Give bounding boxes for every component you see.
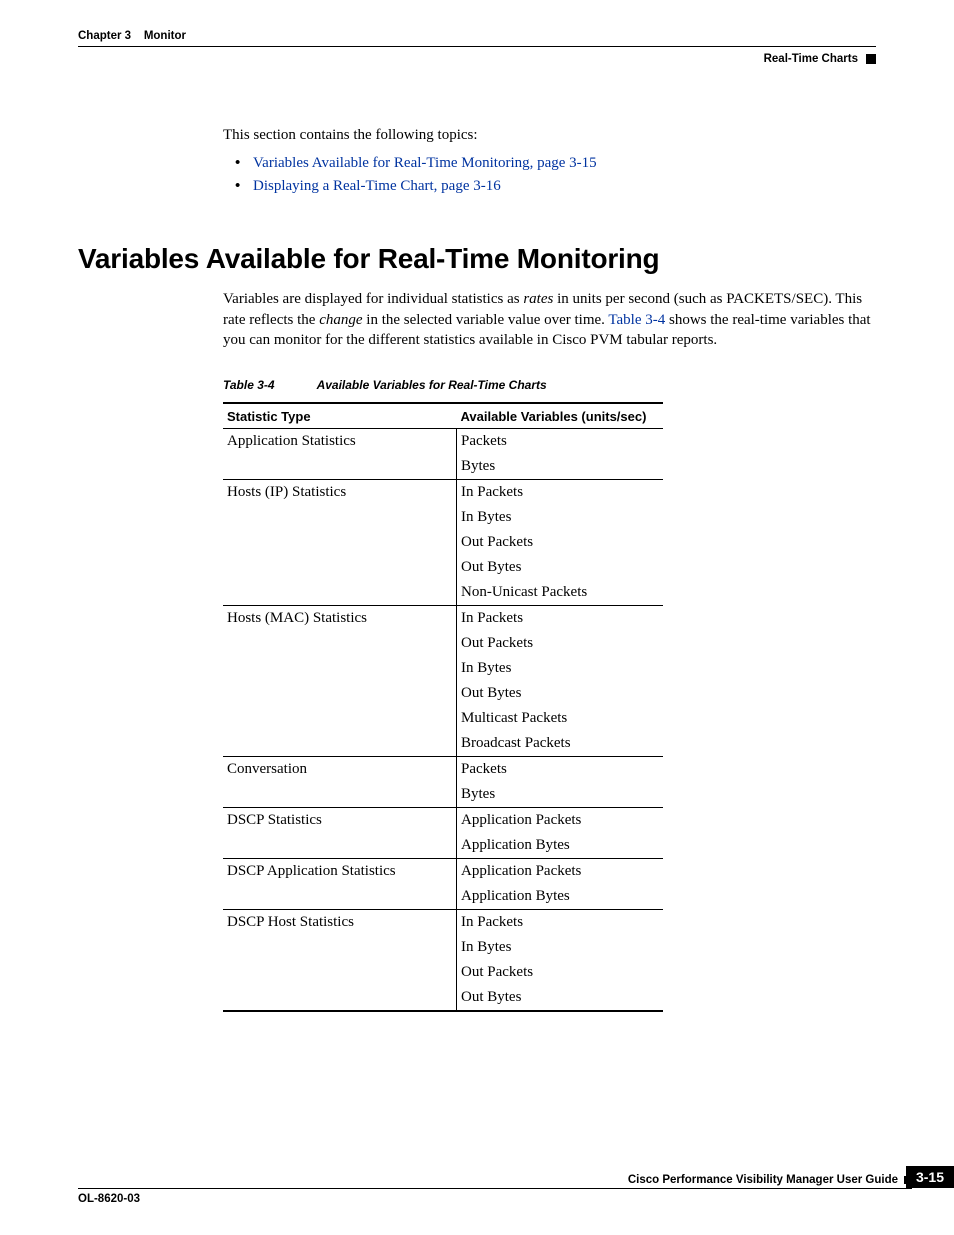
section-label: Real-Time Charts — [764, 53, 858, 65]
stat-type-cell — [223, 935, 457, 960]
variable-cell: In Packets — [457, 606, 664, 632]
stat-type-cell — [223, 833, 457, 859]
stat-type-cell — [223, 580, 457, 606]
stat-type-cell — [223, 454, 457, 480]
variables-table: Statistic Type Available Variables (unit… — [223, 402, 663, 1012]
variable-cell: In Bytes — [457, 505, 664, 530]
stat-type-cell: DSCP Application Statistics — [223, 859, 457, 885]
stat-type-cell — [223, 706, 457, 731]
stat-type-cell — [223, 631, 457, 656]
col-header-type: Statistic Type — [223, 403, 457, 429]
section-heading: Variables Available for Real-Time Monito… — [78, 243, 876, 275]
chapter-number: Chapter 3 — [78, 30, 131, 42]
variable-cell: Out Packets — [457, 960, 664, 985]
stat-type-cell: Conversation — [223, 757, 457, 783]
variable-cell: Out Bytes — [457, 555, 664, 580]
stat-type-cell — [223, 884, 457, 910]
stat-type-cell — [223, 782, 457, 808]
term-change: change — [319, 312, 362, 328]
stat-type-cell — [223, 530, 457, 555]
variable-cell: Packets — [457, 429, 664, 455]
variable-cell: Application Packets — [457, 808, 664, 834]
variable-cell: Application Bytes — [457, 884, 664, 910]
variable-cell: In Packets — [457, 480, 664, 506]
body-paragraph: Variables are displayed for individual s… — [223, 289, 876, 350]
table-number: Table 3-4 — [223, 378, 275, 392]
page-number: 3-15 — [906, 1166, 954, 1188]
stat-type-cell: Application Statistics — [223, 429, 457, 455]
variable-cell: Out Packets — [457, 530, 664, 555]
variable-cell: In Bytes — [457, 935, 664, 960]
chapter-title: Monitor — [144, 30, 186, 42]
variable-cell: In Bytes — [457, 656, 664, 681]
stat-type-cell — [223, 681, 457, 706]
col-header-vars: Available Variables (units/sec) — [457, 403, 664, 429]
stat-type-cell — [223, 656, 457, 681]
stat-type-cell: DSCP Statistics — [223, 808, 457, 834]
doc-id: OL-8620-03 — [78, 1193, 140, 1205]
table-xref[interactable]: Table 3-4 — [608, 312, 665, 328]
xref-link[interactable]: Displaying a Real-Time Chart, page 3-16 — [253, 178, 501, 194]
variable-cell: In Packets — [457, 910, 664, 936]
intro-bullet: Variables Available for Real-Time Monito… — [223, 155, 876, 172]
variable-cell: Bytes — [457, 782, 664, 808]
intro-lead: This section contains the following topi… — [223, 125, 876, 145]
stat-type-cell — [223, 985, 457, 1011]
table-title: Available Variables for Real-Time Charts — [317, 378, 547, 392]
stat-type-cell — [223, 731, 457, 757]
variable-cell: Application Packets — [457, 859, 664, 885]
xref-link[interactable]: Variables Available for Real-Time Monito… — [253, 155, 597, 171]
variable-cell: Packets — [457, 757, 664, 783]
stat-type-cell — [223, 505, 457, 530]
variable-cell: Bytes — [457, 454, 664, 480]
stat-type-cell: Hosts (MAC) Statistics — [223, 606, 457, 632]
variable-cell: Multicast Packets — [457, 706, 664, 731]
stat-type-cell — [223, 555, 457, 580]
variable-cell: Broadcast Packets — [457, 731, 664, 757]
intro-bullet: Displaying a Real-Time Chart, page 3-16 — [223, 178, 876, 195]
variable-cell: Application Bytes — [457, 833, 664, 859]
stat-type-cell: DSCP Host Statistics — [223, 910, 457, 936]
stat-type-cell: Hosts (IP) Statistics — [223, 480, 457, 506]
term-rates: rates — [523, 291, 553, 307]
variable-cell: Out Bytes — [457, 985, 664, 1011]
stat-type-cell — [223, 960, 457, 985]
variable-cell: Out Bytes — [457, 681, 664, 706]
variable-cell: Out Packets — [457, 631, 664, 656]
variable-cell: Non-Unicast Packets — [457, 580, 664, 606]
header-marker-icon — [866, 54, 876, 64]
footer-guide-title: Cisco Performance Visibility Manager Use… — [628, 1174, 898, 1186]
